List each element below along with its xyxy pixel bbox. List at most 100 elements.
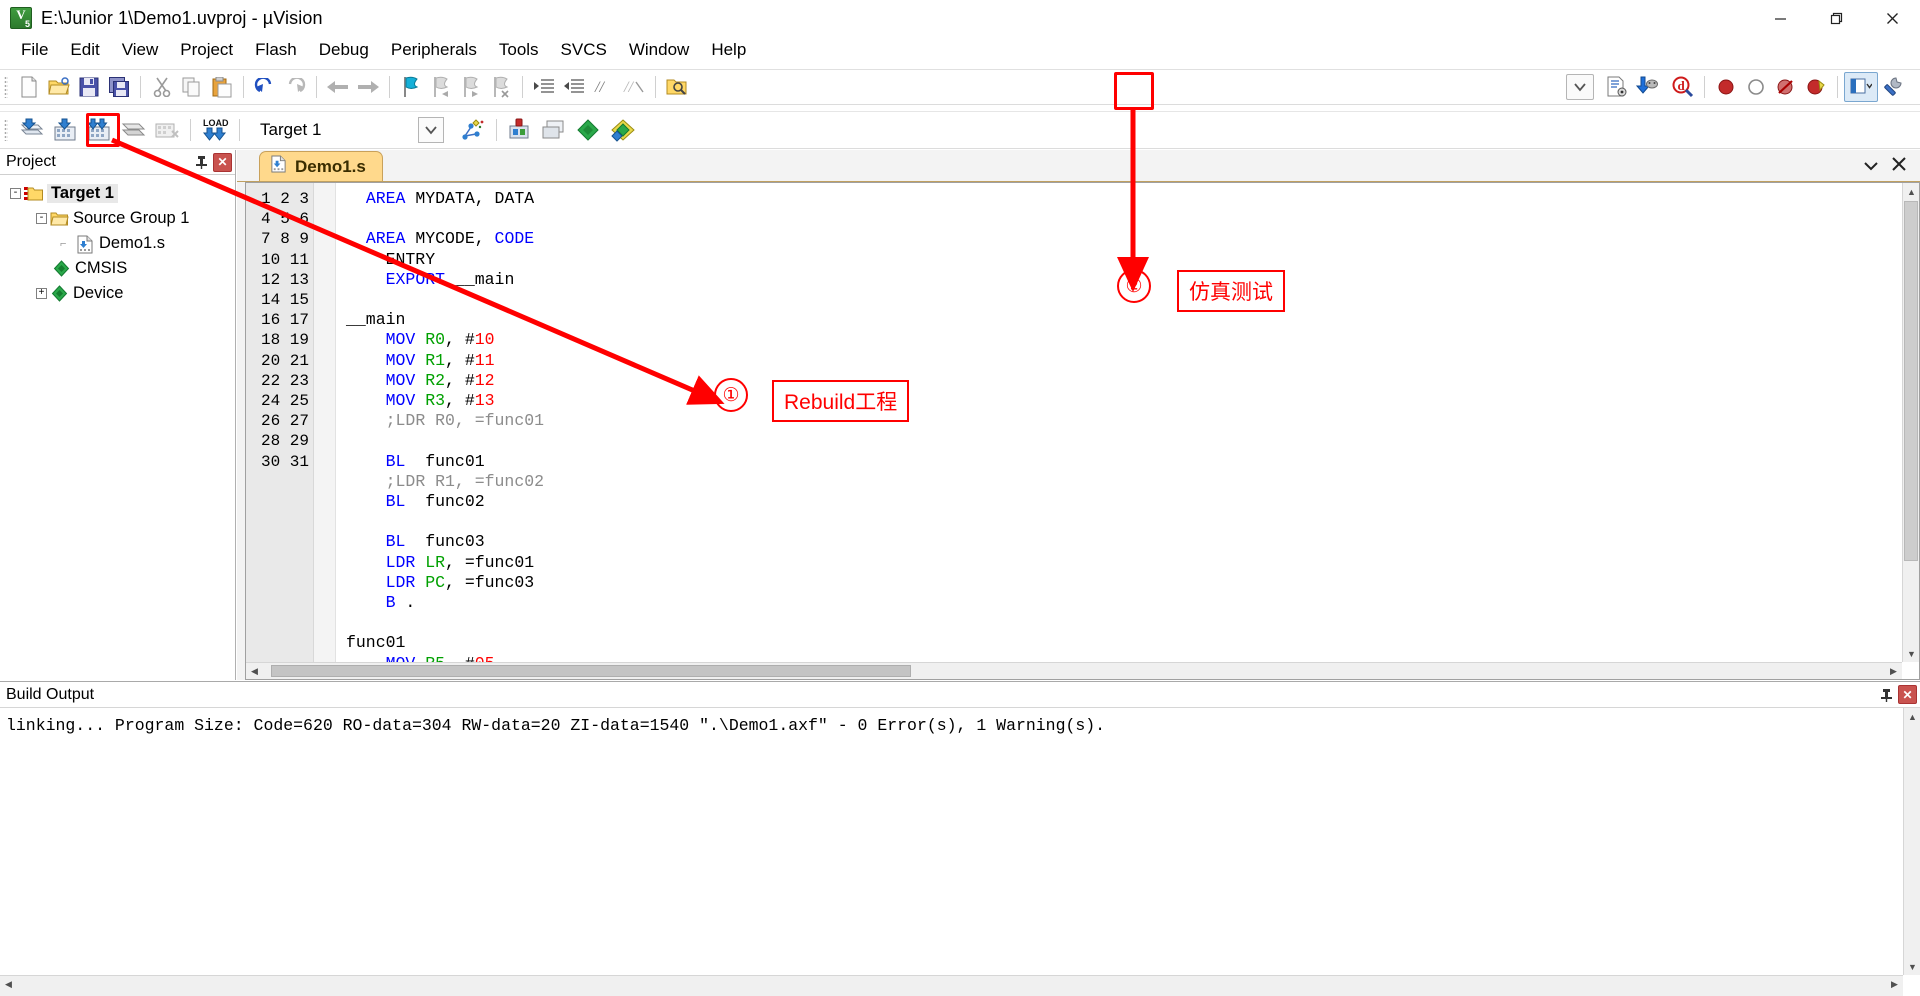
editor-horizontal-scrollbar[interactable]: ◀ ▶ [246,662,1902,679]
save-icon[interactable] [74,72,104,102]
menu-file[interactable]: File [10,37,59,63]
tree-item-source-group-1[interactable]: - Source Group 1 [4,206,235,231]
asm-file-icon [76,235,95,254]
menu-view[interactable]: View [111,37,170,63]
project-panel-header: Project ✕ [0,150,235,175]
vertical-scroll-thumb[interactable] [1904,201,1918,561]
expander-icon[interactable]: + [36,288,47,299]
menu-project[interactable]: Project [169,37,244,63]
close-icon[interactable]: ✕ [1898,685,1917,704]
start-debug-session-icon[interactable]: d [1668,72,1698,102]
save-all-icon[interactable] [104,72,134,102]
uncomment-icon[interactable]: // [619,72,649,102]
horizontal-scroll-thumb[interactable] [271,665,911,677]
indent-right-icon[interactable] [529,72,559,102]
scroll-left-icon[interactable]: ◀ [0,976,17,993]
target-options-icon[interactable] [503,115,537,145]
scroll-left-icon[interactable]: ◀ [246,663,263,679]
menu-svcs[interactable]: SVCS [550,37,618,63]
bookmark-next-icon[interactable] [456,72,486,102]
dropdown-arrow-icon[interactable] [1566,74,1594,100]
disable-breakpoint-icon[interactable] [1741,72,1771,102]
bookmark-prev-icon[interactable] [426,72,456,102]
paste-icon[interactable] [207,72,237,102]
breakpoint-icon[interactable] [1711,72,1741,102]
build-output-text[interactable]: linking... Program Size: Code=620 RO-dat… [0,708,1920,996]
undo-icon[interactable] [250,72,280,102]
indent-left-icon[interactable] [559,72,589,102]
toolbar-grip[interactable] [4,119,8,141]
disable-all-breakpoints-icon[interactable] [1771,72,1801,102]
debug-settings-icon[interactable] [1632,72,1662,102]
scroll-up-icon[interactable]: ▲ [1903,183,1919,200]
navigate-back-icon[interactable] [323,72,353,102]
window-layout-icon[interactable] [1844,72,1878,102]
toolbar-separator [1704,76,1705,98]
maximize-restore-button[interactable] [1808,0,1864,36]
menu-tools[interactable]: Tools [488,37,550,63]
menu-edit[interactable]: Edit [59,37,110,63]
redo-icon[interactable] [280,72,310,102]
build-vertical-scrollbar[interactable]: ▲ ▼ [1903,708,1920,975]
scroll-right-icon[interactable]: ▶ [1885,663,1902,679]
source-code[interactable]: AREA MYDATA, DATA AREA MYCODE, CODE ENTR… [336,183,1919,679]
scroll-right-icon[interactable]: ▶ [1886,976,1903,993]
menu-window[interactable]: Window [618,37,700,63]
pin-icon[interactable] [192,153,210,171]
bookmark-toggle-icon[interactable] [396,72,426,102]
rebuild-all-icon[interactable] [82,115,116,145]
configuration-wizard-icon[interactable] [1602,72,1632,102]
expander-icon[interactable]: - [36,213,47,224]
project-window-icon[interactable] [537,115,571,145]
functions-window-icon[interactable] [605,115,641,145]
menu-debug[interactable]: Debug [308,37,380,63]
pin-icon[interactable] [1877,686,1895,704]
close-icon[interactable] [1892,156,1906,176]
close-icon[interactable]: ✕ [213,152,232,172]
build-horizontal-scrollbar[interactable]: ◀ ▶ [0,975,1903,996]
tab-demo1-s[interactable]: Demo1.s [259,151,383,181]
translate-file-icon[interactable] [14,115,48,145]
chevron-down-icon[interactable] [1864,156,1878,176]
books-window-icon[interactable] [571,115,605,145]
toolbar-grip[interactable] [4,76,8,98]
tree-item-demo1-s[interactable]: ⌐ Demo1.s [4,231,235,256]
close-button[interactable] [1864,0,1920,36]
build-target-icon[interactable] [48,115,82,145]
tree-item-target-1[interactable]: - Target 1 [4,181,235,206]
project-tree: - Target 1 - Source Group 1 ⌐ Demo1.s CM… [0,175,235,306]
stop-build-icon[interactable] [150,115,184,145]
tree-item-cmsis[interactable]: CMSIS [4,256,235,281]
menu-peripherals[interactable]: Peripherals [380,37,488,63]
find-in-files-icon[interactable] [662,72,692,102]
menu-help[interactable]: Help [700,37,757,63]
expander-icon[interactable]: - [10,188,21,199]
scroll-down-icon[interactable]: ▼ [1903,645,1919,662]
configure-toolbar-icon[interactable] [1878,72,1908,102]
target-selector-dropdown-icon[interactable] [418,117,444,143]
manage-run-time-icon[interactable] [456,115,490,145]
kill-all-breakpoints-icon[interactable] [1801,72,1831,102]
target-selector-value[interactable]: Target 1 [254,117,414,143]
navigate-forward-icon[interactable] [353,72,383,102]
toolbar-separator [190,119,191,141]
minimize-button[interactable] [1752,0,1808,36]
tree-label-source-group-1: Source Group 1 [73,209,190,227]
code-editor[interactable]: 1 2 3 4 5 6 7 8 9 10 11 12 13 14 15 16 1… [245,182,1920,680]
breakpoint-gutter[interactable] [314,183,336,679]
open-file-icon[interactable] [44,72,74,102]
annotation-marker-1: ① [714,378,748,412]
scroll-down-icon[interactable]: ▼ [1904,958,1920,975]
comment-icon[interactable]: // [589,72,619,102]
copy-icon[interactable] [177,72,207,102]
menu-flash[interactable]: Flash [244,37,308,63]
new-file-icon[interactable] [14,72,44,102]
bookmark-clear-icon[interactable] [486,72,516,102]
tab-label: Demo1.s [295,156,366,176]
cut-icon[interactable] [147,72,177,102]
tree-item-device[interactable]: + Device [4,281,235,306]
scroll-up-icon[interactable]: ▲ [1904,708,1920,725]
download-icon[interactable]: LOAD [197,115,233,145]
editor-vertical-scrollbar[interactable]: ▲ ▼ [1902,183,1919,662]
batch-build-icon[interactable] [116,115,150,145]
